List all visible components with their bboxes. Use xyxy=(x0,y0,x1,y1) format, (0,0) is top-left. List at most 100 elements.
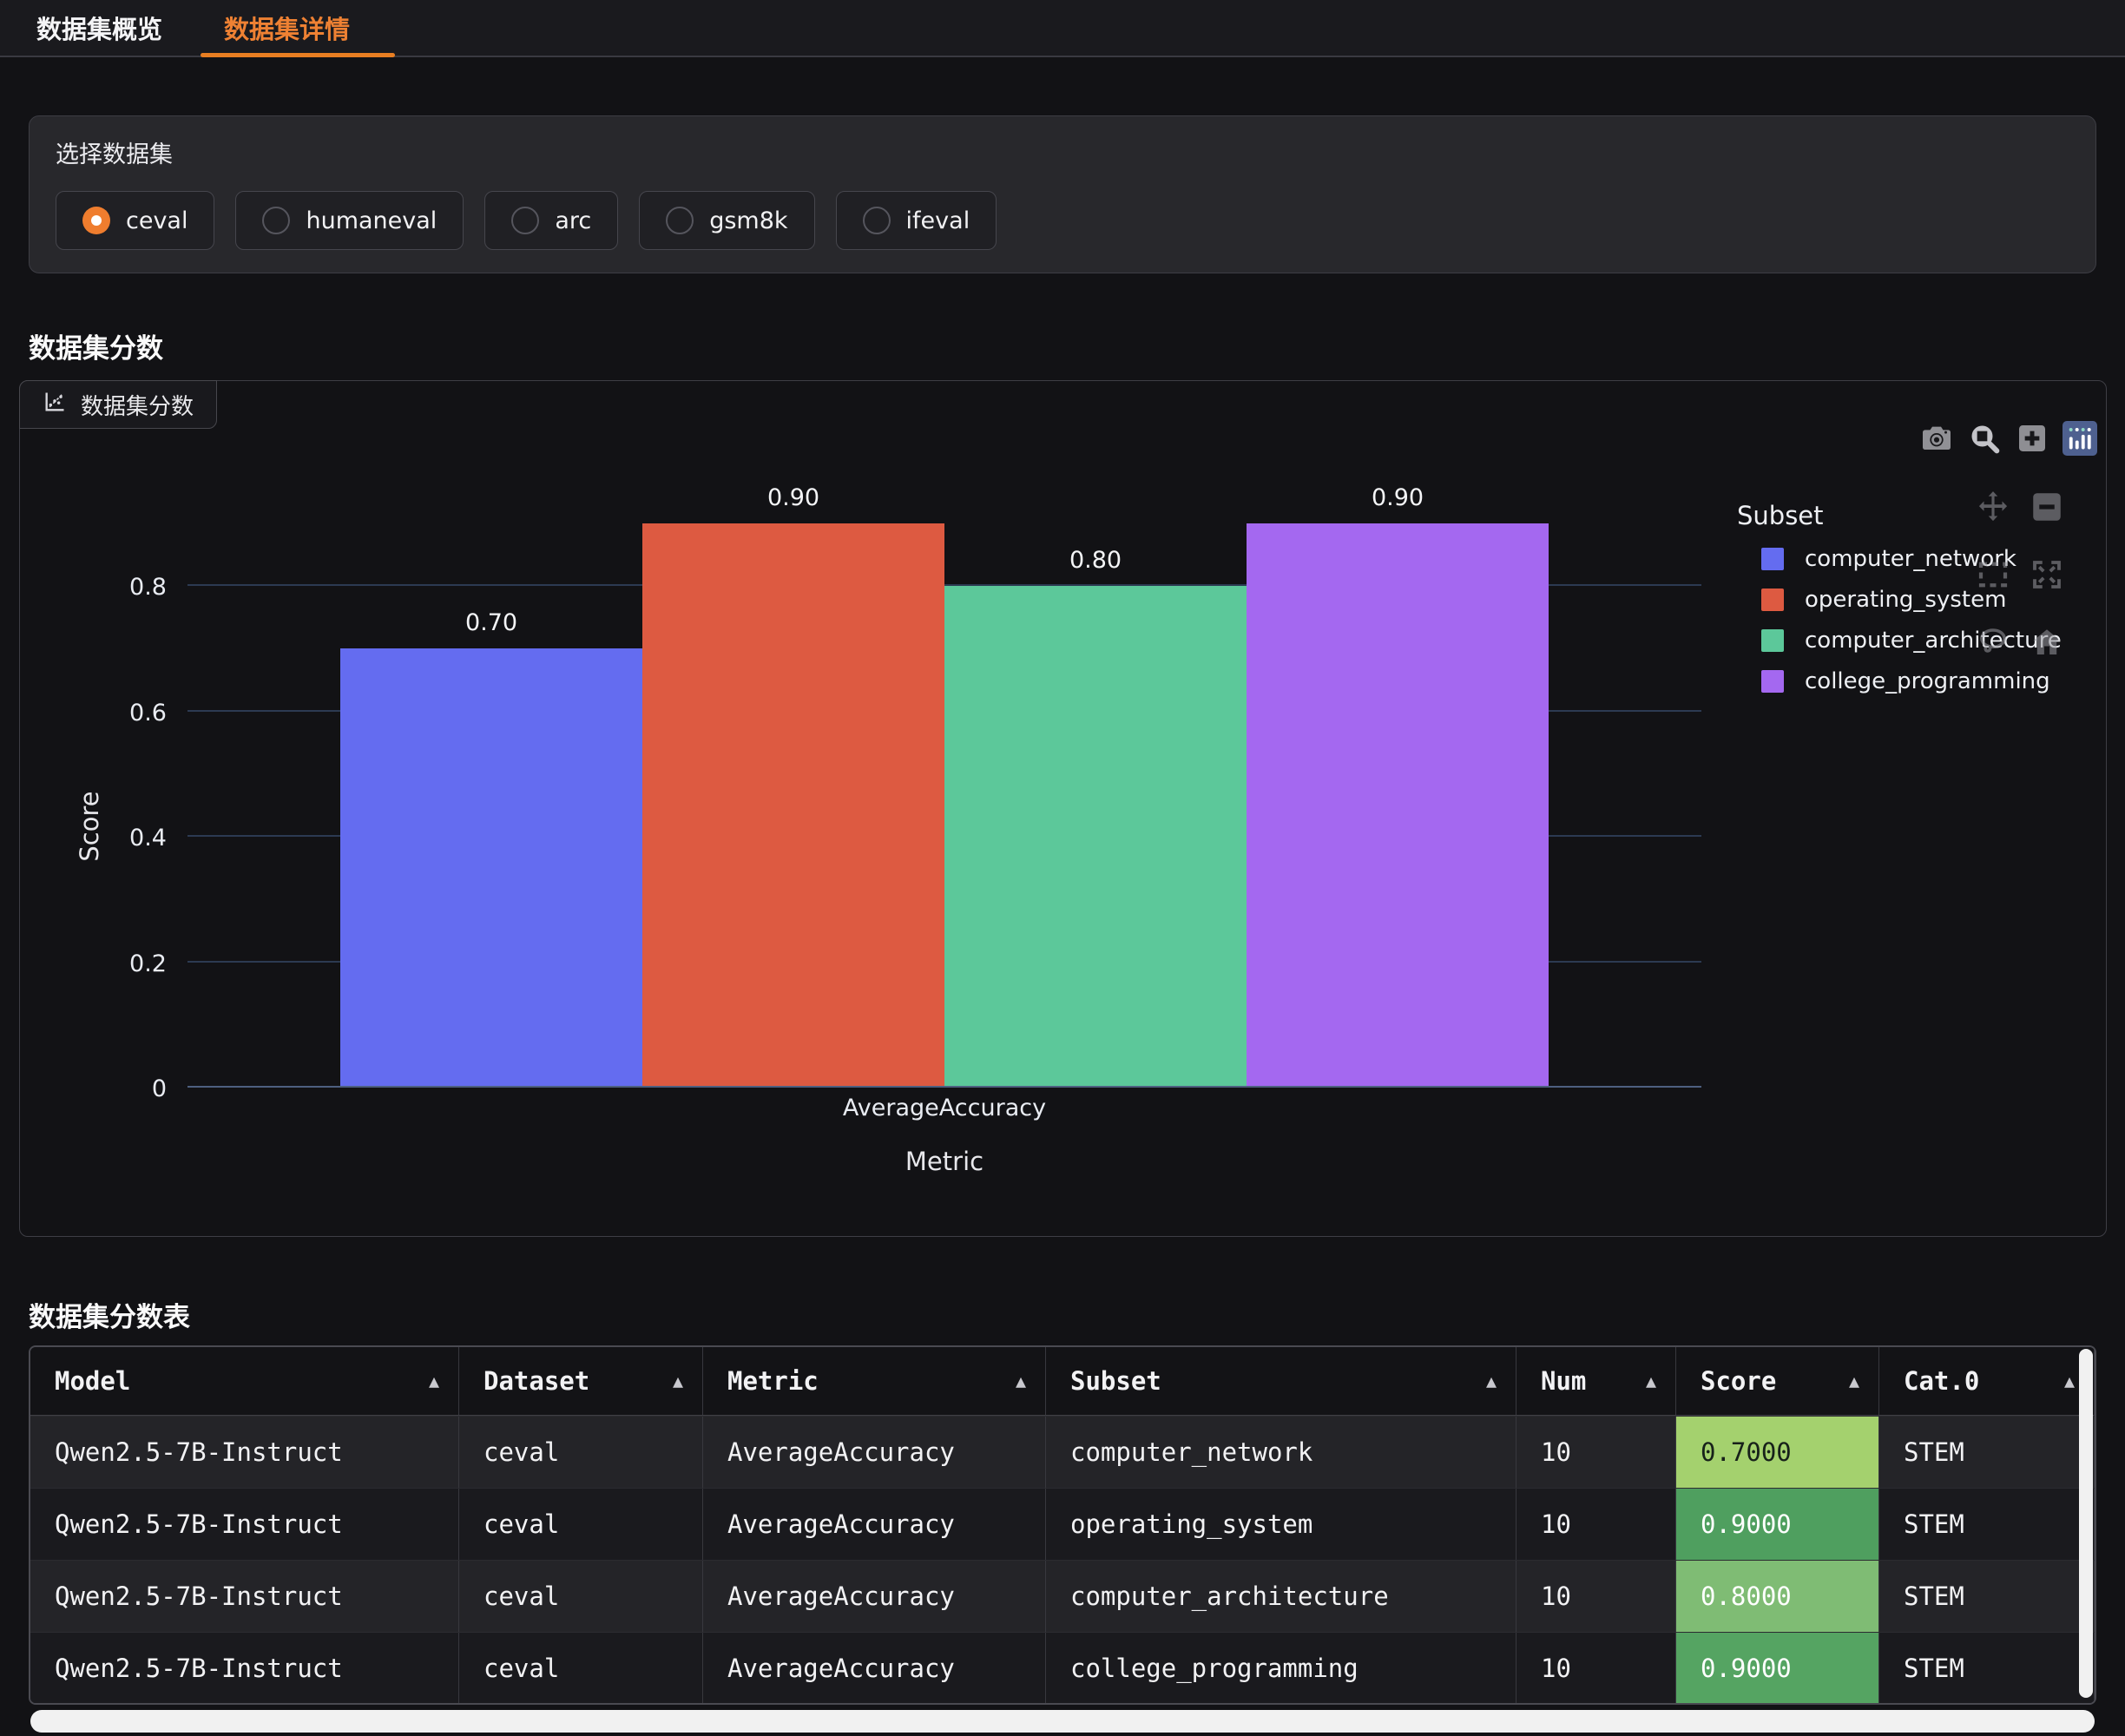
lasso-select-icon[interactable] xyxy=(1975,624,2011,661)
table-vertical-scrollbar[interactable] xyxy=(2079,1349,2093,1698)
cell-metric[interactable]: AverageAccuracy xyxy=(703,1489,1046,1560)
column-header-dataset[interactable]: Dataset▲ xyxy=(459,1347,703,1415)
bar-value-label: 0.70 xyxy=(340,609,642,636)
cell-model[interactable]: Qwen2.5-7B-Instruct xyxy=(30,1489,459,1560)
cell-num[interactable]: 10 xyxy=(1516,1417,1676,1488)
column-header-score[interactable]: Score ▲ xyxy=(1676,1347,1879,1415)
sort-asc-icon: ▲ xyxy=(429,1371,439,1391)
dataset-radio-arc[interactable]: arc xyxy=(484,191,618,250)
tab-dataset-details[interactable]: 数据集详情 xyxy=(224,0,350,56)
legend-item-college_programming[interactable]: college_programming xyxy=(1737,668,2062,694)
radio-label: arc xyxy=(555,207,591,234)
cell-score-heatmap[interactable]: 0.9000 xyxy=(1676,1489,1879,1560)
box-select-icon[interactable] xyxy=(1975,556,2011,593)
table-horizontal-scrollbar[interactable] xyxy=(30,1710,2095,1733)
cell-score-heatmap[interactable]: 0.8000 xyxy=(1676,1561,1879,1632)
sort-asc-icon: ▲ xyxy=(1849,1371,1859,1391)
column-header-label: Metric xyxy=(727,1366,819,1396)
radio-unselected-icon xyxy=(863,207,891,234)
plot-modebar-secondary xyxy=(1975,489,2065,661)
table-row: Qwen2.5-7B-InstructcevalAverageAccuracyo… xyxy=(30,1488,2095,1560)
page: 数据集概览 数据集详情 选择数据集 ceval humaneval arc gsm8k… xyxy=(0,0,2125,1736)
cell-subset[interactable]: operating_system xyxy=(1046,1489,1516,1560)
plot-modebar xyxy=(1919,421,2097,456)
y-tick-label: 0.8 xyxy=(129,574,167,601)
chart-tab-label: 数据集分数 xyxy=(19,380,217,429)
column-header-label: Dataset xyxy=(484,1366,589,1396)
cell-cat0[interactable]: STEM xyxy=(1879,1561,2095,1632)
y-tick-label: 0.2 xyxy=(129,950,167,977)
tab-bar: 数据集概览 数据集详情 xyxy=(0,0,2125,57)
dataset-radio-ifeval[interactable]: ifeval xyxy=(836,191,997,250)
autoscale-icon[interactable] xyxy=(2029,556,2065,593)
cell-dataset[interactable]: ceval xyxy=(459,1489,703,1560)
column-header-label: Num xyxy=(1541,1366,1586,1396)
radio-label: humaneval xyxy=(306,207,437,234)
cell-model[interactable]: Qwen2.5-7B-Instruct xyxy=(30,1633,459,1704)
cell-score-heatmap[interactable]: 0.9000 xyxy=(1676,1633,1879,1704)
zoom-in-icon[interactable] xyxy=(2015,421,2049,456)
legend-swatch-icon xyxy=(1761,629,1784,652)
cell-num[interactable]: 10 xyxy=(1516,1561,1676,1632)
table-row: Qwen2.5-7B-InstructcevalAverageAccuracyc… xyxy=(30,1416,2095,1488)
bar-operating_system[interactable] xyxy=(642,523,944,1088)
cell-score-heatmap[interactable]: 0.7000 xyxy=(1676,1417,1879,1488)
y-ticks: 00.20.40.60.8 xyxy=(20,494,177,1088)
dataset-radio-humaneval[interactable]: humaneval xyxy=(235,191,464,250)
cell-num[interactable]: 10 xyxy=(1516,1489,1676,1560)
reset-axes-home-icon[interactable] xyxy=(2029,624,2065,661)
tab-dataset-overview[interactable]: 数据集概览 xyxy=(36,0,162,56)
zoom-icon[interactable] xyxy=(1967,421,2002,456)
cell-dataset[interactable]: ceval xyxy=(459,1561,703,1632)
cell-metric[interactable]: AverageAccuracy xyxy=(703,1633,1046,1704)
zoom-out-icon[interactable] xyxy=(2029,489,2065,525)
column-header-model[interactable]: Model ▲ xyxy=(30,1347,459,1415)
dataset-radio-ceval[interactable]: ceval xyxy=(56,191,214,250)
plot-area: 0.700.900.800.90 xyxy=(188,494,1701,1088)
cell-subset[interactable]: computer_network xyxy=(1046,1417,1516,1488)
dataset-radio-group: ceval humaneval arc gsm8k ifeval xyxy=(56,191,997,250)
column-header-num[interactable]: Num ▲ xyxy=(1516,1347,1676,1415)
score-section-heading: 数据集分数 xyxy=(29,326,163,365)
table-row: Qwen2.5-7B-InstructcevalAverageAccuracyc… xyxy=(30,1560,2095,1632)
cell-model[interactable]: Qwen2.5-7B-Instruct xyxy=(30,1561,459,1632)
column-header-label: Cat.0 xyxy=(1904,1366,1979,1396)
cell-metric[interactable]: AverageAccuracy xyxy=(703,1561,1046,1632)
dataset-selector-label: 选择数据集 xyxy=(56,135,173,169)
cell-cat0[interactable]: STEM xyxy=(1879,1417,2095,1488)
cell-subset[interactable]: computer_architecture xyxy=(1046,1561,1516,1632)
sort-asc-icon: ▲ xyxy=(1016,1371,1026,1391)
radio-unselected-icon xyxy=(262,207,290,234)
column-header-metric[interactable]: Metric ▲ xyxy=(703,1347,1046,1415)
cell-metric[interactable]: AverageAccuracy xyxy=(703,1417,1046,1488)
bar-computer_network[interactable] xyxy=(340,648,642,1088)
cell-cat0[interactable]: STEM xyxy=(1879,1489,2095,1560)
cell-subset[interactable]: college_programming xyxy=(1046,1633,1516,1704)
cell-dataset[interactable]: ceval xyxy=(459,1417,703,1488)
pan-icon[interactable] xyxy=(1975,489,2011,525)
cell-num[interactable]: 10 xyxy=(1516,1633,1676,1704)
x-axis-tick-label: AverageAccuracy xyxy=(340,1095,1549,1121)
dataset-radio-gsm8k[interactable]: gsm8k xyxy=(639,191,814,250)
table-row: Qwen2.5-7B-InstructcevalAverageAccuracyc… xyxy=(30,1632,2095,1704)
legend-swatch-icon xyxy=(1761,548,1784,570)
column-header-label: Model xyxy=(55,1366,130,1396)
x-axis-title: Metric xyxy=(340,1147,1549,1176)
plotly-logo-icon[interactable] xyxy=(2062,421,2097,456)
cell-cat0[interactable]: STEM xyxy=(1879,1633,2095,1704)
y-tick-label: 0 xyxy=(152,1075,167,1102)
bar-college_programming[interactable] xyxy=(1247,523,1549,1088)
legend-swatch-icon xyxy=(1761,670,1784,693)
chart-tab-text: 数据集分数 xyxy=(81,389,194,421)
bar-computer_architecture[interactable] xyxy=(944,586,1247,1088)
column-header-cat-0[interactable]: Cat.0▲ xyxy=(1879,1347,2095,1415)
column-header-label: Score xyxy=(1701,1366,1776,1396)
column-header-label: Subset xyxy=(1070,1366,1161,1396)
download-plot-camera-icon[interactable] xyxy=(1919,421,1954,456)
chart-card: 数据集分数 xyxy=(19,380,2107,1237)
cell-dataset[interactable]: ceval xyxy=(459,1633,703,1704)
column-header-subset[interactable]: Subset▲ xyxy=(1046,1347,1516,1415)
cell-model[interactable]: Qwen2.5-7B-Instruct xyxy=(30,1417,459,1488)
sort-asc-icon: ▲ xyxy=(1646,1371,1656,1391)
plot-icon xyxy=(43,390,67,420)
